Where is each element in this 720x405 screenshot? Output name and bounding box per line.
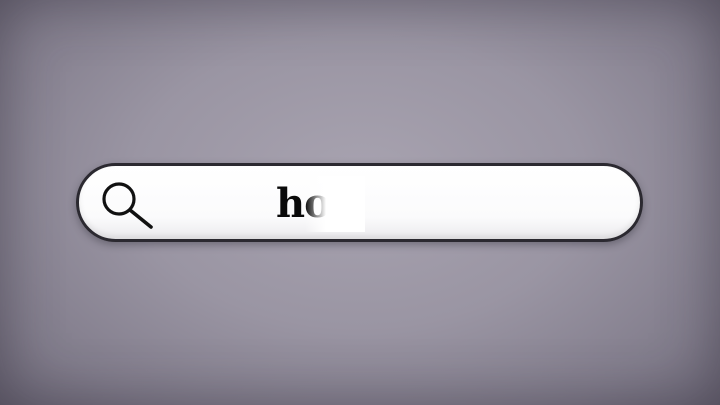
typing-fade (305, 176, 365, 232)
search-icon[interactable] (97, 179, 157, 229)
search-bar[interactable]: ho (76, 163, 643, 242)
